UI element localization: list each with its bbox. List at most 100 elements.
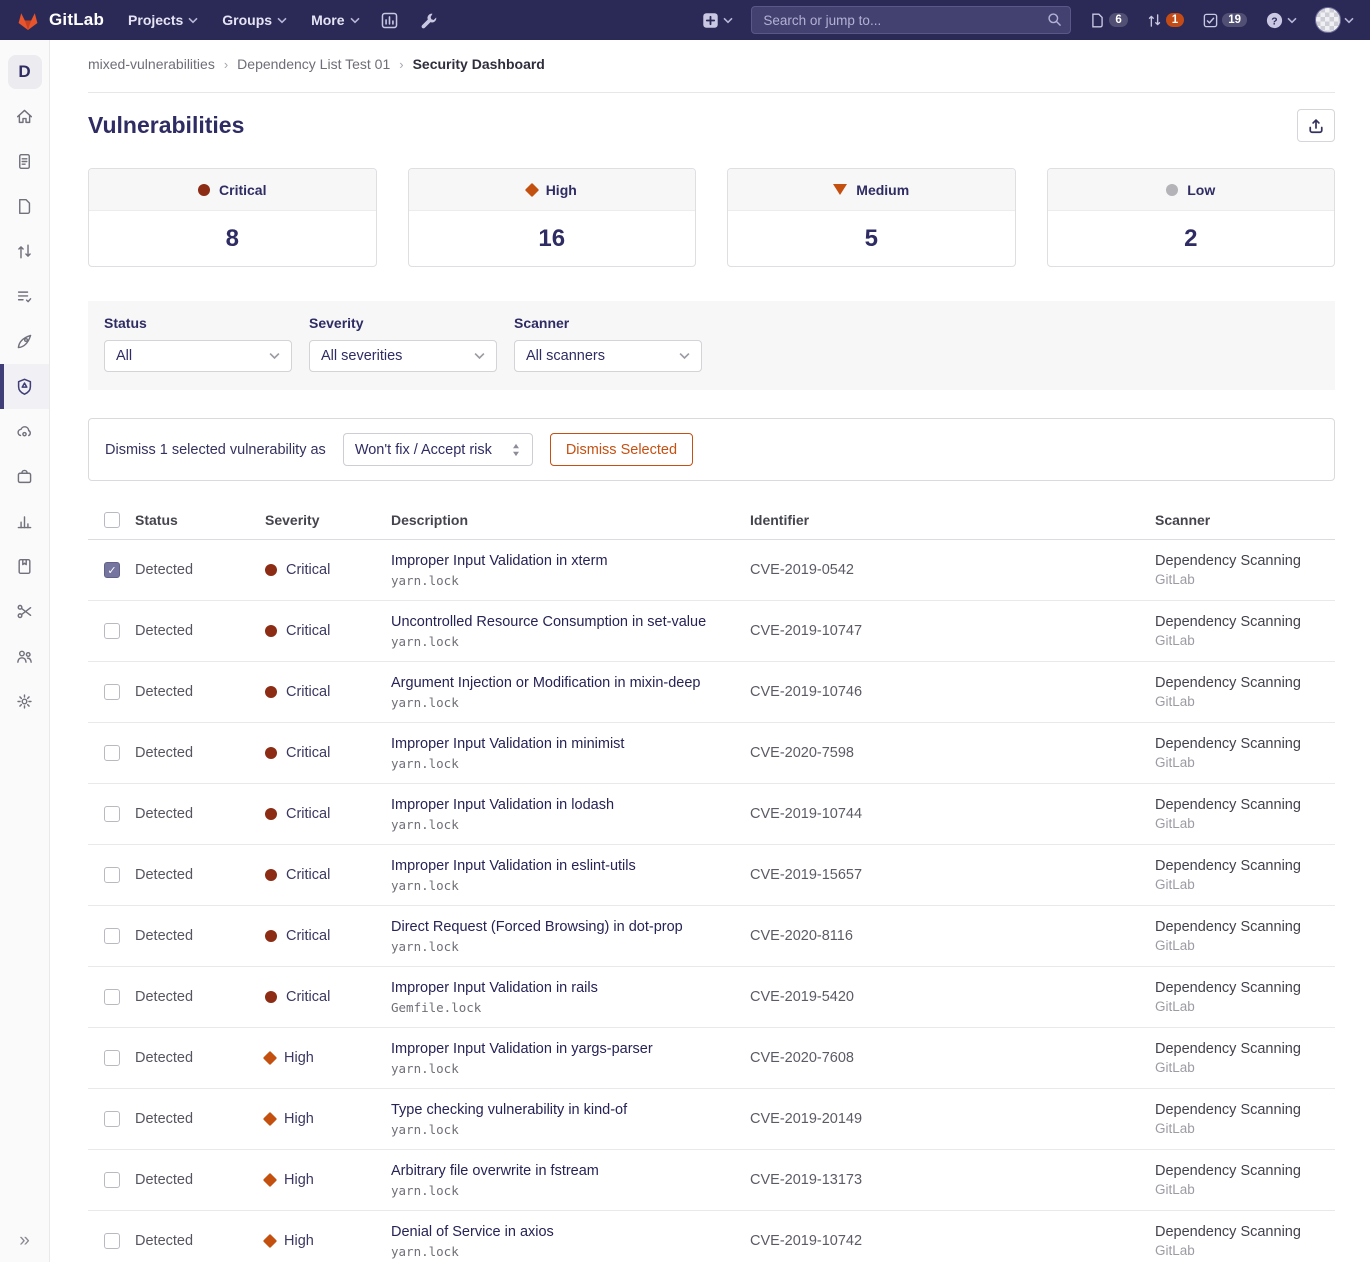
row-identifier[interactable]: CVE-2019-10746 [750,684,1155,700]
row-checkbox[interactable] [104,684,120,700]
row-identifier[interactable]: CVE-2019-10747 [750,623,1155,639]
merge-requests-count-badge: 1 [1166,13,1184,27]
menu-groups[interactable]: Groups [222,12,287,28]
vulnerability-row: Detected High Improper Input Validation … [88,1028,1335,1089]
sidebar-item-wiki[interactable] [0,544,49,589]
row-checkbox[interactable] [104,1233,120,1249]
row-description-title[interactable]: Direct Request (Forced Browsing) in dot-… [391,919,750,935]
vulnerability-table: Status Severity Description Identifier S… [88,500,1335,1262]
sidebar-item-issues[interactable] [0,184,49,229]
row-description-title[interactable]: Type checking vulnerability in kind-of [391,1102,750,1118]
breadcrumb-group[interactable]: Dependency List Test 01 [237,56,390,72]
row-scanner-name: Dependency Scanning [1155,1102,1335,1118]
row-checkbox[interactable] [104,928,120,944]
export-button[interactable] [1297,109,1335,142]
severity-critical-icon [265,564,277,576]
sidebar-item-members[interactable] [0,634,49,679]
row-lockfile: yarn.lock [391,939,750,954]
row-description-title[interactable]: Improper Input Validation in yargs-parse… [391,1041,750,1057]
dismiss-selected-button[interactable]: Dismiss Selected [550,433,693,466]
row-description-title[interactable]: Denial of Service in axios [391,1224,750,1240]
sidebar-item-repository[interactable] [0,139,49,184]
gitlab-logo-icon [16,8,40,32]
row-checkbox[interactable] [104,806,120,822]
search-input[interactable] [751,6,1071,34]
sidebar-item-security[interactable] [0,364,49,409]
severity-high-icon [525,182,539,196]
sidebar-item-operations[interactable] [0,409,49,454]
row-checkbox[interactable] [104,562,120,578]
severity-critical-icon [198,184,210,196]
row-identifier[interactable]: CVE-2019-10742 [750,1233,1155,1249]
row-severity-label: High [284,1172,314,1188]
row-identifier[interactable]: CVE-2020-7608 [750,1050,1155,1066]
row-checkbox[interactable] [104,989,120,1005]
analytics-chart-icon[interactable] [380,11,399,30]
merge-requests-counter[interactable]: 1 [1146,12,1184,29]
sidebar-item-ci-cd[interactable] [0,319,49,364]
menu-projects[interactable]: Projects [128,12,198,28]
merge-request-icon [15,242,34,261]
breadcrumb-project[interactable]: mixed-vulnerabilities [88,56,215,72]
book-icon [15,557,34,576]
row-identifier[interactable]: CVE-2019-5420 [750,989,1155,1005]
sidebar-collapse-button[interactable]: » [0,1230,49,1252]
row-status: Detected [135,1172,265,1188]
chevron-down-icon [679,352,690,360]
row-identifier[interactable]: CVE-2020-8116 [750,928,1155,944]
severity-summary-cards: Critical 8 High 16 Medium 5 [88,168,1335,267]
row-severity-label: High [284,1111,314,1127]
row-checkbox[interactable] [104,867,120,883]
row-description-title[interactable]: Improper Input Validation in eslint-util… [391,858,750,874]
row-identifier[interactable]: CVE-2020-7598 [750,745,1155,761]
row-identifier[interactable]: CVE-2019-20149 [750,1111,1155,1127]
sidebar-item-snippets[interactable] [0,589,49,634]
help-menu[interactable]: ? [1265,11,1297,30]
row-checkbox[interactable] [104,1050,120,1066]
dismissal-reason-dropdown[interactable]: Won't fix / Accept risk [343,433,533,466]
search-icon [1046,11,1063,28]
status-filter-dropdown[interactable]: All [104,340,292,372]
row-description-title[interactable]: Improper Input Validation in lodash [391,797,750,813]
vulnerability-row: Detected Critical Argument Injection or … [88,662,1335,723]
sidebar-item-requirements[interactable] [0,274,49,319]
row-description-title[interactable]: Improper Input Validation in xterm [391,553,750,569]
issues-counter[interactable]: 6 [1089,12,1127,29]
row-description-title[interactable]: Argument Injection or Modification in mi… [391,675,750,691]
row-scanner-vendor: GitLab [1155,877,1335,892]
row-description-title[interactable]: Improper Input Validation in rails [391,980,750,996]
severity-filter-dropdown[interactable]: All severities [309,340,497,372]
row-identifier[interactable]: CVE-2019-0542 [750,562,1155,578]
admin-wrench-icon[interactable] [419,11,438,30]
row-scanner-name: Dependency Scanning [1155,675,1335,691]
gitlab-brand[interactable]: GitLab [16,8,104,32]
vulnerability-row: Detected Critical Uncontrolled Resource … [88,601,1335,662]
row-identifier[interactable]: CVE-2019-15657 [750,867,1155,883]
severity-filter-label: Severity [309,315,497,331]
row-description-title[interactable]: Uncontrolled Resource Consumption in set… [391,614,750,630]
row-identifier[interactable]: CVE-2019-13173 [750,1172,1155,1188]
row-severity-label: Critical [286,867,330,883]
sidebar-item-settings[interactable] [0,679,49,724]
row-status: Detected [135,562,265,578]
row-checkbox[interactable] [104,1172,120,1188]
sidebar-item-project-overview[interactable]: D [0,49,49,94]
row-checkbox[interactable] [104,1111,120,1127]
sidebar-item-analytics[interactable] [0,499,49,544]
row-description-title[interactable]: Arbitrary file overwrite in fstream [391,1163,750,1179]
menu-more[interactable]: More [311,12,359,28]
todos-counter[interactable]: 19 [1202,12,1247,29]
sidebar-item-packages[interactable] [0,454,49,499]
new-menu-button[interactable] [701,11,733,30]
severity-high-icon [263,1173,277,1187]
sidebar-item-home[interactable] [0,94,49,139]
sidebar-item-merge-requests[interactable] [0,229,49,274]
row-checkbox[interactable] [104,745,120,761]
row-checkbox[interactable] [104,623,120,639]
chevron-down-icon [474,352,485,360]
scanner-filter-dropdown[interactable]: All scanners [514,340,702,372]
select-all-checkbox[interactable] [104,512,120,528]
row-description-title[interactable]: Improper Input Validation in minimist [391,736,750,752]
user-menu[interactable] [1315,7,1354,33]
row-identifier[interactable]: CVE-2019-10744 [750,806,1155,822]
